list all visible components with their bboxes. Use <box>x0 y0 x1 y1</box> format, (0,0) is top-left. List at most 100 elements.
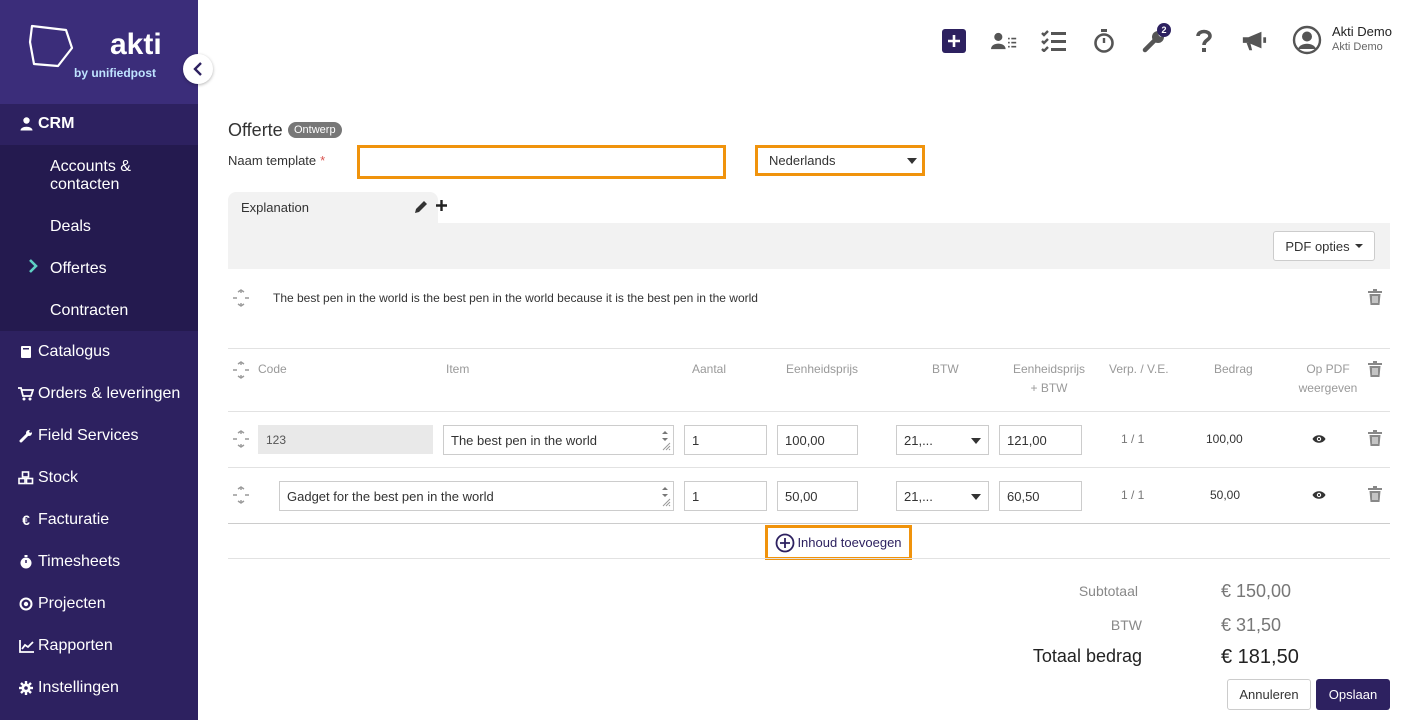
logo[interactable]: akti by unifiedpost <box>0 0 198 104</box>
vat-select[interactable]: 21,... <box>896 425 989 455</box>
target-icon <box>18 597 34 611</box>
trash-icon[interactable] <box>1368 289 1382 305</box>
column-header-unit-price-vat: Eenheidsprijs + BTW <box>1013 360 1085 398</box>
sidebar-item-label: Field Services <box>38 427 139 444</box>
sidebar-subitem-label: Deals <box>50 218 91 235</box>
amount-value: 50,00 <box>1210 488 1241 502</box>
sidebar-subitem-accounts[interactable]: Accounts & contacten <box>50 158 131 194</box>
cancel-button[interactable]: Annuleren <box>1227 679 1311 710</box>
timer-button[interactable] <box>1091 28 1117 54</box>
plus-circle-icon <box>776 533 795 552</box>
eye-icon[interactable] <box>1312 490 1326 500</box>
cart-icon <box>18 387 34 401</box>
chevron-left-icon <box>193 62 202 76</box>
trash-icon[interactable] <box>1368 486 1382 502</box>
drag-handle-icon[interactable] <box>232 361 250 379</box>
save-button[interactable]: Opslaan <box>1316 679 1390 710</box>
language-select-value: Nederlands <box>769 153 836 168</box>
sidebar-item-instellingen[interactable]: Instellingen <box>0 667 198 709</box>
user-icon <box>18 117 34 131</box>
contacts-list-button[interactable] <box>991 28 1017 54</box>
announcements-button[interactable] <box>1241 28 1267 54</box>
sidebar-item-label: CRM <box>38 115 75 132</box>
header-line: Op PDF <box>1306 362 1350 376</box>
sidebar-subitem-label: Accounts & contacten <box>50 158 131 193</box>
stopwatch-icon <box>1094 29 1114 53</box>
subtotal-label: Subtotaal <box>1078 583 1138 599</box>
gear-icon <box>18 681 34 695</box>
header-line: + BTW <box>1030 381 1068 395</box>
column-header-unit-price: Eenheidsprijs <box>786 362 859 376</box>
pencil-icon[interactable] <box>413 199 429 215</box>
plus-icon <box>948 35 960 47</box>
sidebar-subitem-deals[interactable]: Deals <box>50 218 91 236</box>
template-name-label: Naam template * <box>228 153 325 168</box>
sidebar-item-field-services[interactable]: Field Services <box>0 415 198 457</box>
code-field[interactable]: 123 <box>258 425 433 454</box>
help-button[interactable] <box>1191 28 1217 54</box>
question-icon <box>1196 29 1212 52</box>
amount-value: 100,00 <box>1206 432 1243 446</box>
column-header-amount: Bedrag <box>1214 362 1253 376</box>
sidebar-item-projecten[interactable]: Projecten <box>0 583 198 625</box>
tools-button[interactable]: 2 <box>1141 23 1171 54</box>
vat-total-value: € 31,50 <box>1221 615 1282 635</box>
item-field-value: The best pen in the world <box>451 432 597 448</box>
sidebar-item-label: Timesheets <box>38 553 121 570</box>
item-field[interactable]: The best pen in the world <box>443 425 674 455</box>
resize-handle-icon[interactable] <box>659 428 671 452</box>
unit-price-vat-field[interactable]: 60,50 <box>999 481 1082 511</box>
quantity-field[interactable]: 1 <box>684 425 767 455</box>
sidebar-item-label: Rapporten <box>38 637 113 654</box>
template-name-input[interactable] <box>357 145 726 179</box>
text-content[interactable]: The best pen in the world is the best pe… <box>273 291 758 305</box>
unit-price-vat-field[interactable]: 121,00 <box>999 425 1082 455</box>
drag-handle-icon[interactable] <box>232 289 250 307</box>
add-tab-button[interactable] <box>436 198 447 216</box>
sidebar-item-rapporten[interactable]: Rapporten <box>0 625 198 667</box>
drag-handle-icon[interactable] <box>232 486 250 504</box>
divider <box>228 467 1390 468</box>
total-label: Totaal bedrag <box>1032 646 1142 666</box>
sidebar-item-timesheets[interactable]: Timesheets <box>0 541 198 583</box>
drag-handle-icon[interactable] <box>232 430 250 448</box>
sidebar-item-label: Stock <box>38 469 79 486</box>
sidebar-item-catalogus[interactable]: Catalogus <box>0 331 198 373</box>
akti-logo-icon <box>28 24 74 68</box>
sidebar-item-orders[interactable]: Orders & leveringen <box>0 373 198 415</box>
section-toolbar <box>228 223 1390 269</box>
avatar-icon <box>1292 25 1322 55</box>
add-content-button[interactable]: Inhoud toevoegen <box>765 525 912 560</box>
item-field[interactable]: Gadget for the best pen in the world <box>279 481 674 511</box>
divider <box>228 411 1390 412</box>
trash-icon[interactable] <box>1368 430 1382 446</box>
user-name[interactable]: Akti Demo <box>1332 24 1392 39</box>
eye-icon[interactable] <box>1312 434 1326 444</box>
sidebar-subitem-contracten[interactable]: Contracten <box>50 302 128 320</box>
sidebar-item-stock[interactable]: Stock <box>0 457 198 499</box>
vat-select[interactable]: 21,... <box>896 481 989 511</box>
sidebar-item-crm[interactable]: CRM <box>0 103 198 145</box>
tasks-button[interactable] <box>1041 28 1067 54</box>
stopwatch-icon <box>18 555 34 569</box>
trash-icon[interactable] <box>1368 361 1382 377</box>
boxes-icon <box>18 471 34 485</box>
caret-down-icon <box>1354 244 1363 248</box>
resize-handle-icon[interactable] <box>659 484 671 508</box>
sidebar-subitem-offertes[interactable]: Offertes <box>50 260 107 278</box>
unit-price-field[interactable]: 100,00 <box>777 425 858 455</box>
page-title: Offerte <box>228 120 283 140</box>
user-menu-button[interactable] <box>1292 25 1322 55</box>
unit-price-field[interactable]: 50,00 <box>777 481 858 511</box>
add-button[interactable] <box>942 29 966 53</box>
caret-down-icon <box>907 158 917 164</box>
language-select[interactable]: Nederlands <box>755 145 925 176</box>
subtotal-value: € 150,00 <box>1221 581 1292 601</box>
packaging-value: 1 / 1 <box>1121 432 1145 446</box>
sidebar-subitem-label: Offertes <box>50 260 107 277</box>
pdf-options-button[interactable]: PDF opties <box>1273 231 1375 261</box>
quantity-field[interactable]: 1 <box>684 481 767 511</box>
sidebar-item-facturatie[interactable]: € Facturatie <box>0 499 198 541</box>
vat-select-value: 21,... <box>904 432 933 448</box>
collapse-sidebar-button[interactable] <box>183 54 213 84</box>
